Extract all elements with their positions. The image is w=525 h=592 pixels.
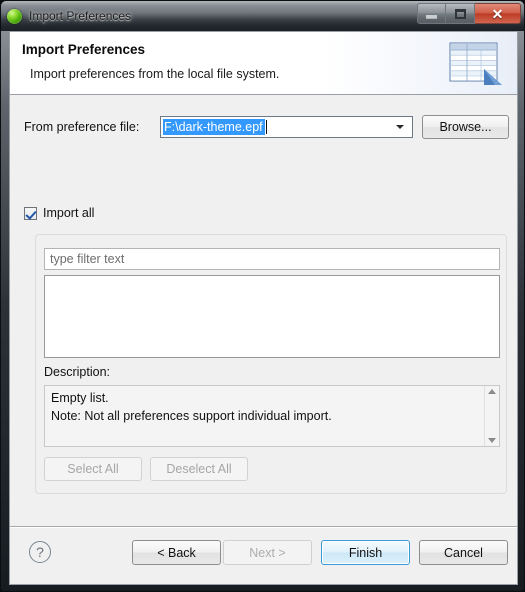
dialog-client-area: Import Preferences Import preferences fr…: [9, 31, 518, 585]
browse-button[interactable]: Browse...: [422, 115, 509, 139]
preferences-group: type filter text Description: Empty list…: [35, 234, 507, 494]
page-subtitle: Import preferences from the local file s…: [30, 67, 280, 81]
preference-file-input[interactable]: F:\dark-theme.epf: [163, 119, 263, 135]
chevron-down-icon: [396, 125, 404, 129]
wizard-banner: Import Preferences Import preferences fr…: [10, 32, 517, 95]
footer-separator-highlight: [10, 527, 517, 528]
window-title: Import Preferences: [29, 9, 132, 23]
preferences-table-icon: [449, 42, 502, 85]
deselect-all-button[interactable]: Deselect All: [150, 457, 248, 481]
description-box: Empty list. Note: Not all preferences su…: [44, 385, 500, 447]
restore-icon: [454, 8, 466, 19]
select-all-button[interactable]: Select All: [44, 457, 142, 481]
page-title: Import Preferences: [22, 42, 146, 57]
green-sphere-icon: [7, 8, 22, 24]
filter-input[interactable]: type filter text: [44, 248, 500, 270]
cancel-button[interactable]: Cancel: [419, 540, 508, 565]
window-controls: ✕: [417, 3, 521, 24]
title-bar[interactable]: Import Preferences ✕: [1, 1, 524, 31]
description-line-1: Empty list.: [51, 391, 109, 405]
title-bar-left: Import Preferences: [7, 1, 131, 31]
description-label: Description:: [44, 365, 110, 379]
filter-placeholder: type filter text: [50, 252, 125, 266]
finish-button[interactable]: Finish: [321, 540, 410, 565]
preference-file-combo[interactable]: F:\dark-theme.epf: [160, 116, 413, 138]
description-text: Empty list. Note: Not all preferences su…: [51, 389, 332, 425]
text-caret: [265, 120, 267, 134]
scroll-down-arrow-icon[interactable]: [488, 438, 496, 443]
close-button[interactable]: ✕: [475, 3, 521, 24]
back-button[interactable]: < Back: [132, 540, 221, 565]
preferences-list[interactable]: [44, 275, 500, 358]
description-line-2: Note: Not all preferences support indivi…: [51, 409, 332, 423]
preference-file-row: From preference file: F:\dark-theme.epf …: [24, 115, 509, 140]
minimize-button[interactable]: [417, 3, 446, 24]
scroll-up-arrow-icon[interactable]: [488, 389, 496, 394]
maximize-button[interactable]: [446, 3, 475, 24]
next-button: Next >: [223, 540, 312, 565]
import-all-checkbox[interactable]: [24, 206, 37, 220]
import-all-label: Import all: [43, 206, 95, 220]
dialog-window: Import Preferences ✕ Import Preferences …: [0, 0, 525, 592]
description-scrollbar[interactable]: [484, 386, 499, 446]
help-icon[interactable]: ?: [29, 541, 51, 563]
import-all-row[interactable]: Import all: [24, 206, 94, 220]
minimize-icon: [426, 15, 437, 18]
combo-dropdown-button[interactable]: [392, 117, 408, 137]
close-icon: ✕: [491, 5, 504, 22]
preference-file-label: From preference file:: [24, 120, 140, 134]
